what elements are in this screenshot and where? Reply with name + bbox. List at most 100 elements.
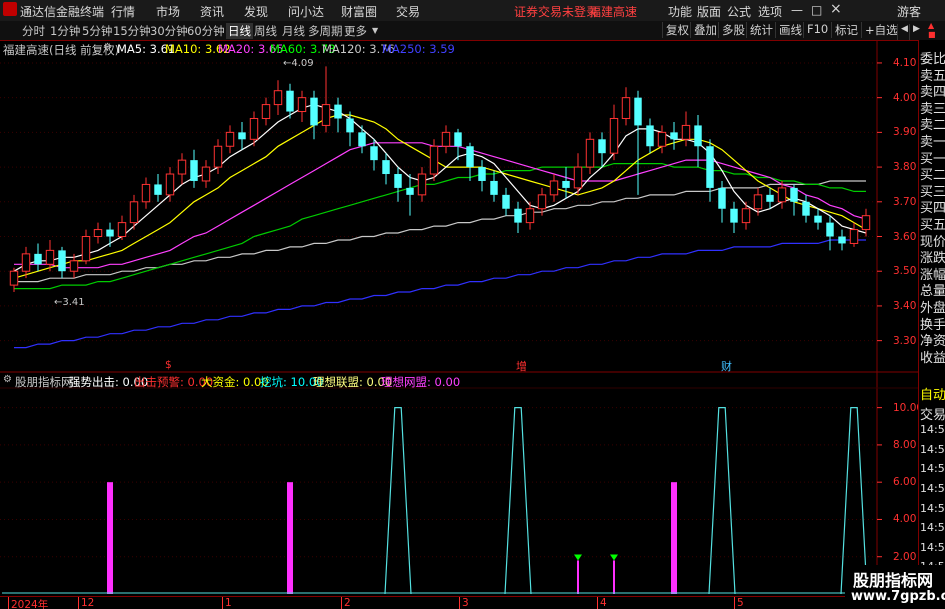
side-label[interactable]: 收益: [920, 346, 945, 364]
watermark: 股朋指标网 www.7gpzb.com: [845, 565, 945, 609]
price-tick-label: 3.80: [893, 161, 917, 174]
candle-body-up: [93, 229, 103, 238]
date-axis: 2024年 12 1 2 3 4 5: [0, 596, 918, 609]
candle-body-up: [225, 131, 235, 147]
indicator-tick-label: 2.00: [893, 550, 917, 563]
candle-body-down: [562, 180, 570, 188]
indicator-tick-label: 4.00: [893, 513, 917, 526]
date-tick-label: 2: [341, 597, 351, 609]
side-label[interactable]: 买二: [920, 164, 945, 182]
side-label[interactable]: 涨跌: [920, 247, 945, 265]
candle-body-up: [861, 215, 871, 231]
candle-body-down: [334, 104, 342, 119]
side-label[interactable]: 卖三: [920, 97, 945, 115]
side-label[interactable]: 买五: [920, 214, 945, 231]
indicator-gear-icon[interactable]: ⚙: [3, 374, 12, 385]
quote-side-panel: 委比 卖五 卖四 卖三 卖二 卖一 买一 买二 买三 买四 买五 现价 涨跌 涨幅 总量 外盘 换手 净资 收益自动…: [918, 40, 945, 609]
candle-body-up: [741, 208, 751, 224]
candle-body-up: [429, 145, 439, 175]
side-time-label: 14:56: [920, 423, 945, 441]
price-tick-label: 4.00: [893, 91, 917, 104]
candle-body-up: [321, 104, 331, 126]
watermark-url: www.7gpzb.com: [851, 589, 945, 604]
indicator-plot: [2, 407, 876, 595]
candle-body-up: [273, 90, 283, 106]
candle-body-down: [490, 180, 498, 195]
side-label[interactable]: 委比: [920, 48, 945, 65]
grid-lines: [0, 40, 918, 596]
side-time-label: 14:56: [920, 462, 945, 480]
candle-body-down: [454, 132, 462, 147]
date-tick-label: 3: [459, 597, 469, 609]
side-label[interactable]: 卖五: [920, 64, 945, 82]
side-time-label: 自动: [920, 384, 945, 401]
candle-body-down: [826, 222, 834, 237]
side-label[interactable]: 涨幅: [920, 263, 945, 281]
candle-body-down: [838, 236, 846, 244]
price-tick-label: 3.50: [893, 265, 917, 278]
candle-body-up: [621, 97, 631, 119]
candle-body-down: [346, 118, 354, 133]
candle-body-down: [598, 139, 606, 154]
event-mark-dividend[interactable]: $: [165, 359, 172, 371]
cyan-spike-line: [708, 407, 736, 595]
side-label[interactable]: 外盘: [920, 297, 945, 314]
side-label[interactable]: 净资: [920, 330, 945, 348]
cyan-spike-line: [504, 407, 532, 595]
kline-chart[interactable]: [0, 0, 945, 609]
ma250-line: [14, 239, 866, 349]
watermark-title: 股朋指标网: [853, 571, 934, 590]
candle-body-up: [117, 222, 127, 238]
side-time-label: 14:56: [920, 482, 945, 499]
candle-body-down: [370, 146, 378, 161]
candle-body-up: [585, 138, 595, 168]
side-label[interactable]: 卖一: [920, 131, 945, 148]
side-label[interactable]: 现价: [920, 230, 945, 248]
event-mark-cai[interactable]: 财: [721, 358, 732, 374]
candle-body-down: [514, 208, 522, 223]
candle-body-down: [802, 201, 810, 216]
candle-body-up: [657, 131, 667, 147]
candle-body-up: [573, 166, 583, 189]
candle-body-up: [849, 229, 859, 244]
price-tick-label: 3.90: [893, 126, 917, 139]
moving-average-lines: [13, 103, 867, 349]
price-tick-label: 4.10: [893, 56, 917, 69]
candle-body-up: [201, 166, 211, 182]
ma20-line: [14, 142, 867, 269]
side-label[interactable]: 买一: [920, 147, 945, 165]
date-tick-label: 12: [78, 597, 94, 609]
candle-body-up: [417, 173, 427, 196]
candle-body-down: [766, 194, 774, 202]
side-label[interactable]: 卖二: [920, 114, 945, 132]
high-price-marker: ←4.09: [283, 58, 314, 69]
candle-body-up: [753, 194, 763, 210]
side-time-label: 14:56: [920, 540, 945, 558]
candle-body-down: [358, 132, 366, 147]
side-time-label: 14:56: [920, 521, 945, 539]
candle-body-up: [45, 249, 55, 265]
candle-body-down: [238, 132, 246, 140]
candle-body-up: [249, 117, 259, 140]
side-label[interactable]: 买四: [920, 197, 945, 215]
magenta-signal-bar: [671, 482, 677, 594]
candle-body-up: [177, 159, 187, 175]
price-tick-label: 3.60: [893, 230, 917, 243]
candle-body-down: [790, 187, 798, 202]
candle-body-down: [310, 97, 318, 126]
price-tick-label: 3.30: [893, 334, 917, 347]
candle-body-down: [154, 184, 162, 195]
side-label[interactable]: 卖四: [920, 81, 945, 99]
candle-body-up: [777, 187, 787, 203]
side-label[interactable]: 总量: [920, 280, 945, 298]
cyan-spike-line: [384, 407, 412, 595]
side-time-label: 交易: [920, 403, 945, 421]
candle-body-down: [706, 146, 714, 188]
side-label[interactable]: 买三: [920, 180, 945, 198]
candle-body-down: [34, 253, 42, 265]
candle-body-up: [165, 173, 175, 196]
side-label[interactable]: 换手: [920, 313, 945, 331]
event-mark-zeng[interactable]: 增: [516, 358, 527, 374]
side-time-label: 14:56: [920, 442, 945, 460]
date-tick-label: 4: [597, 597, 607, 609]
